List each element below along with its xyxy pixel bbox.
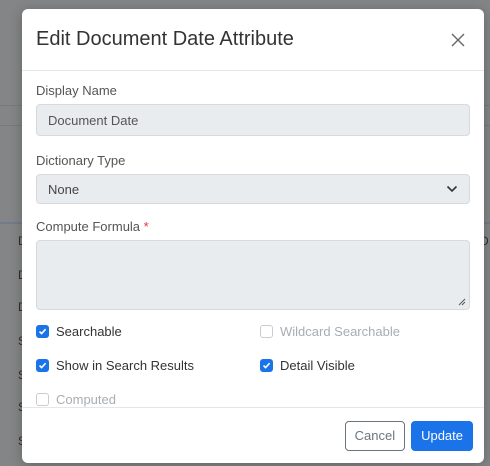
required-marker: *: [143, 219, 149, 234]
edit-attribute-dialog: Edit Document Date Attribute Display Nam…: [22, 9, 484, 463]
modal-body: Display Name Document Date Dictionary Ty…: [22, 83, 484, 420]
wildcard-searchable-label: Wildcard Searchable: [280, 324, 400, 339]
detail-visible-checkbox[interactable]: Detail Visible: [260, 358, 355, 373]
close-icon: [451, 33, 465, 46]
modal-header: Edit Document Date Attribute: [22, 9, 484, 71]
checkbox-unchecked-icon: [36, 393, 49, 406]
display-name-value: Document Date: [48, 112, 139, 128]
wildcard-searchable-checkbox[interactable]: Wildcard Searchable: [260, 324, 400, 339]
checkbox-unchecked-icon: [260, 325, 273, 338]
show-in-search-results-label: Show in Search Results: [56, 358, 195, 373]
checkbox-checked-icon: [36, 325, 49, 338]
compute-formula-label-text: Compute Formula: [36, 219, 141, 234]
modal-title: Edit Document Date Attribute: [36, 28, 294, 50]
display-name-label: Display Name: [36, 83, 117, 98]
detail-visible-label: Detail Visible: [280, 358, 355, 373]
show-in-search-results-checkbox[interactable]: Show in Search Results: [36, 358, 194, 373]
computed-label: Computed: [56, 392, 116, 407]
resize-grip-icon[interactable]: [458, 298, 466, 306]
searchable-label: Searchable: [56, 324, 122, 339]
cancel-button[interactable]: Cancel: [344, 420, 406, 451]
compute-formula-label: Compute Formula *: [36, 219, 470, 234]
dictionary-type-select[interactable]: None: [36, 174, 470, 204]
checkbox-checked-icon: [36, 359, 49, 372]
chevron-down-icon: [446, 185, 458, 193]
attribute-options: Searchable Wildcard Searchable Show in S…: [36, 318, 470, 420]
update-button[interactable]: Update: [411, 420, 473, 451]
dictionary-type-value: None: [48, 181, 80, 197]
searchable-checkbox[interactable]: Searchable: [36, 324, 122, 339]
display-name-field[interactable]: Document Date: [36, 104, 470, 136]
checkbox-checked-icon: [260, 359, 273, 372]
close-button[interactable]: [446, 28, 470, 52]
modal-footer: Cancel Update: [22, 407, 484, 463]
computed-checkbox[interactable]: Computed: [36, 392, 116, 407]
compute-formula-textarea[interactable]: [36, 240, 470, 310]
dictionary-type-label: Dictionary Type: [36, 153, 126, 168]
